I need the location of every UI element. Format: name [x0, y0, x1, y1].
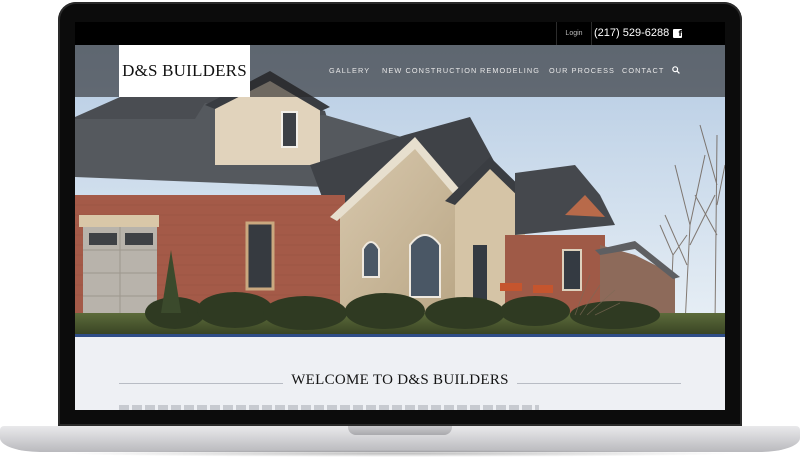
- site-logo[interactable]: D&S BUILDERS: [119, 45, 250, 97]
- nav-item-contact[interactable]: CONTACT: [622, 45, 664, 97]
- laptop-notch: [348, 426, 452, 435]
- intro-text-cutoff: [119, 405, 539, 410]
- nav-item-our-process[interactable]: OUR PROCESS: [549, 45, 615, 97]
- nav-item-remodeling[interactable]: REMODELING: [480, 45, 540, 97]
- nav-item-gallery[interactable]: GALLERY: [329, 45, 370, 97]
- top-bar: Login (217) 529-6288 f: [75, 22, 725, 45]
- website-screen: Login (217) 529-6288 f D&S BUILDERS GALL…: [75, 22, 725, 410]
- welcome-heading: WELCOME TO D&S BUILDERS: [75, 372, 725, 389]
- facebook-icon[interactable]: f: [673, 29, 682, 38]
- welcome-heading-text: WELCOME TO D&S BUILDERS: [283, 372, 517, 388]
- login-link[interactable]: Login: [556, 22, 592, 45]
- laptop-shadow: [60, 450, 740, 457]
- phone-number[interactable]: (217) 529-6288: [594, 22, 669, 45]
- nav-item-new-construction[interactable]: NEW CONSTRUCTION: [382, 45, 477, 97]
- search-icon[interactable]: [672, 66, 680, 74]
